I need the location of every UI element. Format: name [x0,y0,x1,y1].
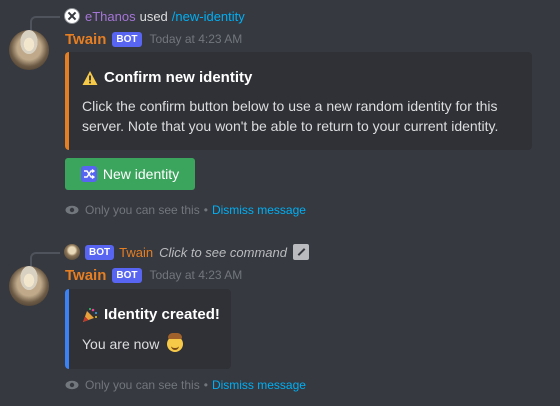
click-to-see-command[interactable]: Click to see command [159,245,287,260]
twain-avatar[interactable] [9,30,49,70]
author-row: Twain BOT Today at 4:23 AM [65,29,242,49]
dismiss-message-link[interactable]: Dismiss message [212,203,306,217]
message-timestamp[interactable]: Today at 4:23 AM [150,268,243,282]
embed-title: Identity created! [104,306,220,323]
ephemeral-text: Only you can see this [85,378,200,392]
eye-icon [65,205,79,215]
cowboy-emoji-icon [167,333,184,352]
shuffle-icon [80,166,97,182]
ethanos-mini-avatar[interactable] [64,8,80,24]
warning-icon [82,70,98,85]
reply-connector [30,16,60,30]
reply-used-text: used [139,8,168,24]
identity-created-embed: Identity created! You are now [65,289,231,369]
embed-title-row: Confirm new identity [82,69,252,86]
embed-title: Confirm new identity [104,69,253,86]
twain-avatar[interactable] [9,266,49,306]
new-identity-button-label: New identity [102,166,180,182]
twain-mini-avatar[interactable] [64,244,80,260]
bot-tag: BOT [112,31,142,47]
message-timestamp[interactable]: Today at 4:23 AM [150,32,243,46]
reply-header[interactable]: BOT Twain Click to see command [64,243,309,261]
reply-username[interactable]: Twain [119,245,153,260]
author-row: Twain BOT Today at 4:23 AM [65,265,242,285]
new-identity-button[interactable]: New identity [65,158,195,190]
author-name[interactable]: Twain [65,31,106,48]
embed-description-row: You are now [82,333,222,354]
embed-description: You are now [82,336,160,352]
reply-username[interactable]: eThanos [85,9,136,24]
eye-icon [65,380,79,390]
confirm-embed: Confirm new identity Click the confirm b… [65,52,532,150]
ephemeral-separator: • [203,203,208,217]
embed-title-row: Identity created! [82,306,220,323]
party-popper-icon [83,307,98,322]
dismiss-message-link[interactable]: Dismiss message [212,378,306,392]
author-name[interactable]: Twain [65,267,106,284]
bot-tag: BOT [112,267,142,283]
reply-connector [30,252,60,266]
ephemeral-note: Only you can see this • Dismiss message [65,202,306,218]
ephemeral-text: Only you can see this [85,203,200,217]
reply-command-link[interactable]: /new-identity [172,9,245,24]
slash-command-icon [292,244,309,260]
reply-header[interactable]: eThanos used /new-identity [64,7,245,25]
ephemeral-note: Only you can see this • Dismiss message [65,377,306,393]
embed-description: Click the confirm button below to use a … [82,98,499,134]
reply-bot-tag: BOT [85,244,115,260]
ephemeral-separator: • [203,378,208,392]
